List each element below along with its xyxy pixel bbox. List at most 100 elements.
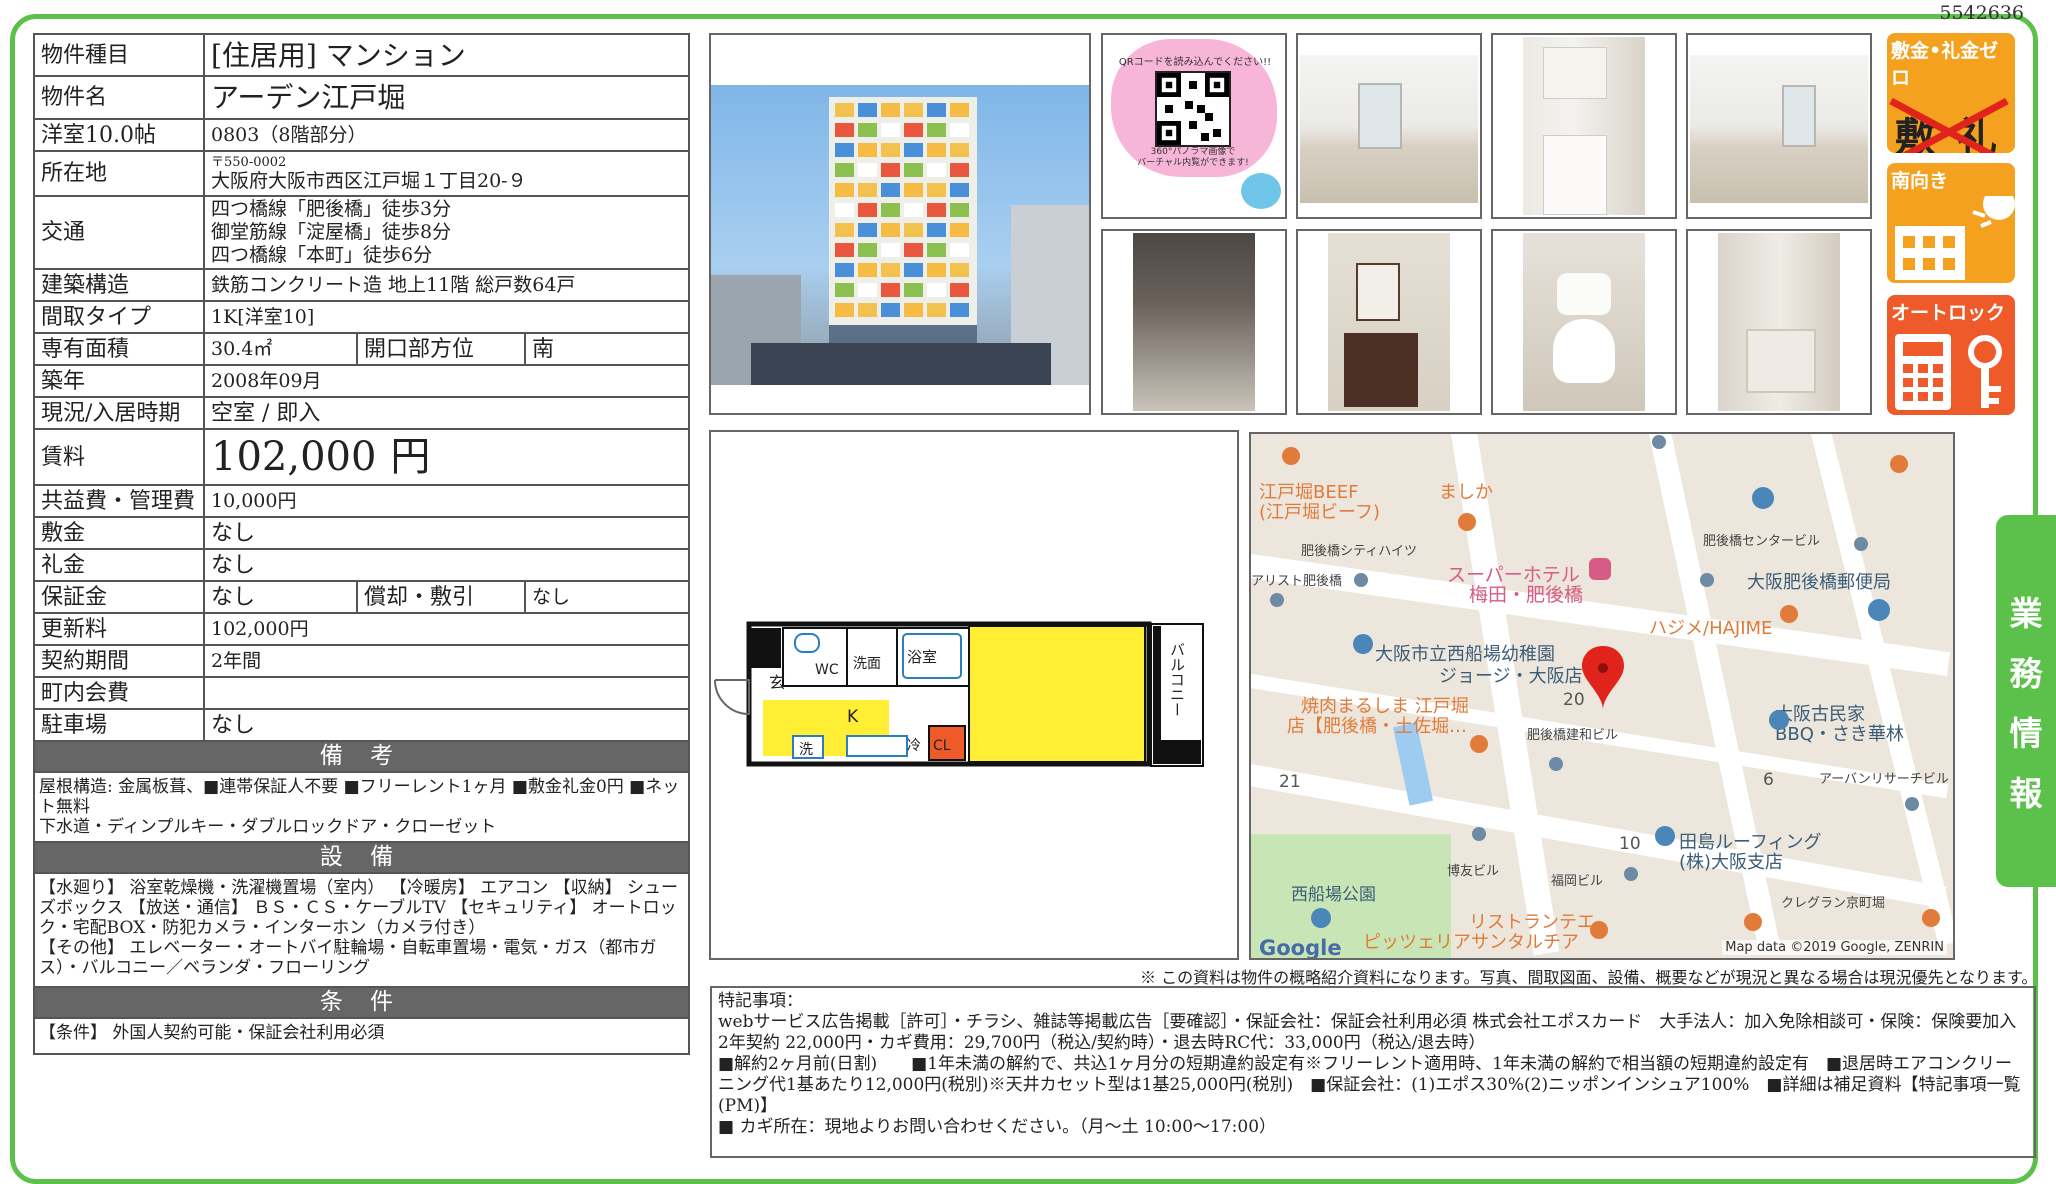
type-label: 物件種目 — [33, 33, 205, 77]
balcony-panel — [835, 123, 854, 137]
balcony-panel — [904, 163, 923, 177]
transit-cell: 四つ橋線「肥後橋」徒歩3分 御堂筋線「淀屋橋」徒歩8分 四つ橋線「本町」徒歩6分 — [202, 195, 691, 270]
toilet-tank-shape — [1557, 273, 1611, 315]
mascot-icon — [1241, 173, 1281, 209]
toilet-photo-frame[interactable] — [1491, 229, 1677, 415]
balcony-panel — [904, 283, 923, 297]
company-pin-icon — [1655, 826, 1675, 846]
balcony-panel — [835, 103, 854, 117]
exterior-photo-frame — [709, 33, 1091, 415]
balcony-panel — [858, 143, 877, 157]
assoc-value — [202, 676, 691, 710]
balcony-panel — [904, 103, 923, 117]
balcony-panel — [904, 303, 923, 317]
address-label: 所在地 — [33, 150, 205, 197]
keymoney-value: なし — [202, 548, 691, 582]
tab-char: 務 — [2009, 654, 2043, 693]
balcony-panel — [904, 183, 923, 197]
google-logo: Google — [1259, 936, 1342, 960]
business-info-tab[interactable]: 業 務 情 報 — [1996, 515, 2056, 887]
balcony-panel — [950, 203, 969, 217]
balcony-panel — [881, 183, 900, 197]
washer-label: 洗 — [799, 742, 813, 758]
no-deposit-icon: 敷 礼 — [1889, 97, 2009, 153]
floorplan-frame: 玄 WC 洗面 浴室 K 洗 冷 CL バルコニー — [709, 430, 1239, 960]
room-photo-frame[interactable] — [1296, 33, 1482, 219]
mgmt-label: 共益費・管理費 — [33, 484, 205, 518]
restaurant-pin-icon — [1282, 447, 1940, 939]
balcony-panel — [927, 123, 946, 137]
notes-heading: 備 考 — [32, 740, 691, 773]
qr-code[interactable] — [1155, 71, 1231, 147]
reference-number: 5542636 — [1939, 2, 2024, 24]
facing-value: 南 — [523, 332, 691, 366]
balcony-panel — [950, 223, 969, 237]
balcony-panel — [858, 243, 877, 257]
notes-text: 屋根構造: 金属板葺、■連帯保証人不要 ■フリーレント1ヶ月 ■敷金礼金0円 ■… — [32, 771, 691, 843]
balcony-panel — [858, 263, 877, 277]
closet-photo-frame[interactable] — [1686, 229, 1872, 415]
mirror-shape — [1356, 263, 1400, 321]
room-value: 0803（8階部分） — [202, 118, 691, 152]
balcony-panel — [858, 303, 877, 317]
washer-pan-shape — [1746, 329, 1816, 393]
toilet-bowl-shape — [1553, 319, 1615, 383]
transit-label: 交通 — [33, 195, 205, 270]
amort-label: 償却・敷引 — [356, 580, 526, 614]
balcony-panel — [927, 303, 946, 317]
postal-code: 〒550-0002 — [211, 154, 287, 170]
vanity-photo-frame[interactable] — [1296, 229, 1482, 415]
location-map[interactable]: 江戸堀BEEF (江戸堀ビーフ) ましか 肥後橋シティハイツ アリスト肥後橋 ス… — [1249, 432, 1955, 960]
balcony-panel — [835, 283, 854, 297]
term-value: 2年間 — [202, 644, 691, 678]
conditions-heading: 条 件 — [32, 986, 691, 1019]
bath-photo — [1133, 233, 1255, 411]
bath-photo-frame[interactable] — [1101, 229, 1287, 415]
balcony-panel — [950, 243, 969, 257]
balcony-panel — [927, 223, 946, 237]
balcony-panel — [858, 123, 877, 137]
tab-char: 情 — [2009, 714, 2043, 753]
rent-unit: 円 — [390, 433, 431, 480]
room2-photo-frame[interactable] — [1686, 33, 1872, 219]
balcony-panel — [927, 163, 946, 177]
balcony-panel — [881, 223, 900, 237]
address-value: 大阪府大阪市西区江戸堀１丁目20-９ — [211, 169, 527, 192]
badge-title: 南向き — [1891, 170, 1949, 192]
balcony-panel — [904, 143, 923, 157]
balcony-panel — [881, 243, 900, 257]
type-value: [住居用] マンション — [202, 33, 691, 77]
vanity-photo — [1328, 233, 1450, 411]
special-notes-line: webサービス広告掲載［許可］・チラシ、雑誌等掲載広告［要確認］・保証会社：保証… — [718, 1012, 2022, 1053]
balcony-panel — [950, 143, 969, 157]
balcony-panel — [881, 163, 900, 177]
wc-label: WC — [815, 662, 839, 678]
balcony-panel — [927, 143, 946, 157]
keymoney-label: 礼金 — [33, 548, 205, 582]
tab-char: 報 — [2009, 774, 2043, 813]
built-label: 築年 — [33, 364, 205, 398]
balcony-panel — [927, 203, 946, 217]
school-pin-icon — [1353, 634, 1373, 654]
rent-cell: 102,000 円 — [202, 428, 691, 486]
balcony-panel — [835, 223, 854, 237]
balcony-label: バルコニー — [1168, 642, 1186, 717]
facing-label: 開口部方位 — [356, 332, 526, 366]
kitchen-photo-frame[interactable] — [1491, 33, 1677, 219]
balcony-panel — [881, 203, 900, 217]
balcony-panel — [927, 183, 946, 197]
balcony-panel — [904, 123, 923, 137]
balcony-panel — [835, 243, 854, 257]
balcony-panel — [950, 123, 969, 137]
balcony-panel — [835, 263, 854, 277]
balcony-panel — [858, 183, 877, 197]
map-markers — [1270, 435, 1940, 939]
closet-photo — [1718, 233, 1840, 411]
badge-title: 敷金•礼金ゼロ — [1891, 40, 1999, 89]
balcony-panel — [904, 203, 923, 217]
status-label: 現況/入居時期 — [33, 396, 205, 430]
term-label: 契約期間 — [33, 644, 205, 678]
qr-panel[interactable]: QRコードを読み込んでください!! 360°パノラマ画像で バーチャル内覧ができ… — [1101, 33, 1287, 219]
balcony-panel — [950, 163, 969, 177]
map-attribution: Map data ©2019 Google, ZENRIN — [1722, 940, 1947, 955]
